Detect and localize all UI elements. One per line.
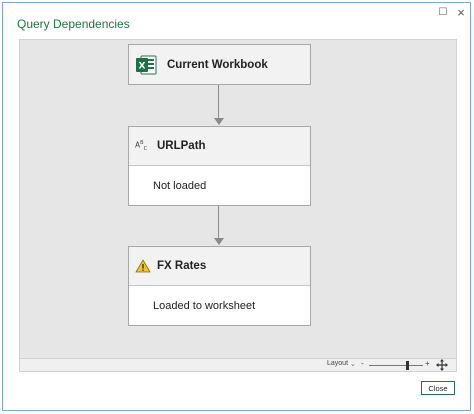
layout-dropdown[interactable]: Layout: [327, 360, 348, 367]
zoom-out-button[interactable]: -: [361, 359, 364, 368]
query-dependencies-dialog: Query Dependencies ☐ × X Current Workboo…: [2, 2, 471, 411]
dependency-canvas[interactable]: X Current Workbook ABC URLPath Not loade…: [19, 39, 457, 359]
dialog-title: Query Dependencies: [17, 17, 130, 31]
node-header: ABC URLPath: [129, 127, 310, 165]
zoom-slider-thumb[interactable]: [405, 361, 409, 370]
connector-line: [218, 204, 219, 240]
move-icon[interactable]: [436, 359, 448, 371]
warning-icon: [135, 259, 151, 273]
zoom-slider-track[interactable]: [369, 365, 423, 366]
excel-icon: X: [136, 55, 157, 74]
node-urlpath[interactable]: ABC URLPath Not loaded: [128, 126, 311, 206]
canvas-statusbar: Layout ⌄ - +: [19, 359, 457, 372]
zoom-in-button[interactable]: +: [425, 359, 430, 368]
node-title: FX Rates: [157, 260, 207, 272]
node-status: Not loaded: [129, 165, 310, 205]
svg-text:X: X: [139, 61, 146, 71]
chevron-down-icon[interactable]: ⌄: [350, 360, 356, 368]
node-header: X Current Workbook: [129, 45, 310, 84]
node-title: Current Workbook: [167, 58, 268, 71]
node-status: Loaded to worksheet: [129, 285, 310, 325]
node-current-workbook[interactable]: X Current Workbook: [128, 44, 311, 85]
node-fx-rates[interactable]: FX Rates Loaded to worksheet: [128, 246, 311, 326]
close-button[interactable]: Close: [421, 381, 455, 395]
connector-line: [218, 84, 219, 120]
maximize-icon[interactable]: ☐: [436, 5, 450, 19]
connector-arrow-icon: [214, 118, 224, 125]
close-icon[interactable]: ×: [454, 5, 468, 20]
node-header: FX Rates: [129, 247, 310, 285]
text-type-icon: ABC: [135, 139, 148, 152]
node-title: URLPath: [157, 140, 206, 152]
connector-arrow-icon: [214, 238, 224, 245]
